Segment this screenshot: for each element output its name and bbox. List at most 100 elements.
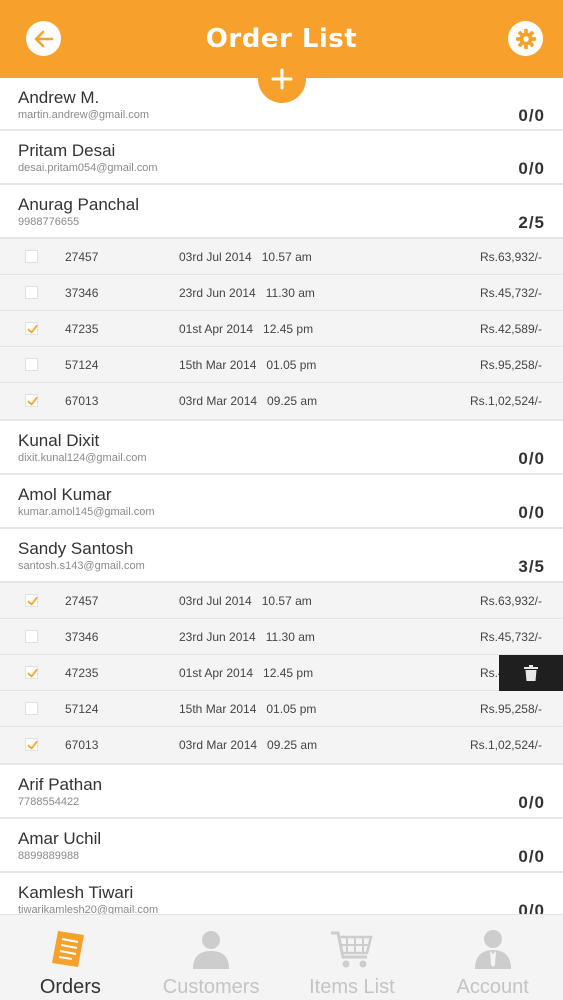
checkmark-icon bbox=[27, 325, 38, 334]
customer-name: Amol Kumar bbox=[18, 485, 112, 504]
checkmark-icon bbox=[27, 597, 38, 606]
customer-name: Sandy Santosh bbox=[18, 539, 134, 558]
checkmark-icon bbox=[27, 397, 38, 406]
page-title: Order List bbox=[205, 24, 358, 54]
customer-icon bbox=[193, 931, 230, 969]
customer-contact: martin.andrew@gmail.com bbox=[18, 109, 149, 121]
customer-name: Arif Pathan bbox=[18, 775, 103, 794]
delete-order-button[interactable] bbox=[499, 655, 563, 691]
order-row[interactable]: 47235 01st Apr 2014 12.45 pm Rs.42,589/- bbox=[0, 311, 563, 347]
order-amount: Rs.95,258/- bbox=[479, 702, 542, 716]
tab-customers[interactable]: Customers bbox=[141, 915, 282, 1000]
customer-name: Kamlesh Tiwari bbox=[18, 883, 134, 902]
customer-row[interactable]: Kamlesh Tiwari tiwarikamlesh20@gmail.com… bbox=[0, 873, 563, 914]
customer-contact: santosh.s143@gmail.com bbox=[18, 560, 145, 572]
order-id: 67013 bbox=[65, 738, 99, 752]
order-date: 23rd Jun 2014 11.30 am bbox=[179, 630, 315, 644]
account-icon bbox=[474, 930, 511, 969]
order-checkbox[interactable] bbox=[25, 286, 38, 299]
tab-label: Customers bbox=[162, 976, 260, 998]
order-checkbox[interactable] bbox=[25, 322, 38, 335]
order-count: 0/0 bbox=[518, 793, 545, 812]
order-amount: Rs.95,258/- bbox=[479, 358, 542, 372]
plus-icon bbox=[271, 68, 293, 90]
order-checkbox[interactable] bbox=[25, 250, 38, 263]
order-id: 37346 bbox=[65, 630, 99, 644]
customer-name: Amar Uchil bbox=[18, 829, 102, 848]
tab-account[interactable]: Account bbox=[422, 915, 563, 1000]
order-checkbox[interactable] bbox=[25, 666, 38, 679]
order-amount: Rs.1,02,524/- bbox=[469, 738, 542, 752]
order-amount: Rs.63,932/- bbox=[479, 594, 542, 608]
tab-items-list[interactable]: Items List bbox=[282, 915, 423, 1000]
order-row[interactable]: 27457 03rd Jul 2014 10.57 am Rs.63,932/- bbox=[0, 239, 563, 275]
order-count: 0/0 bbox=[518, 449, 545, 468]
order-id: 57124 bbox=[65, 702, 99, 716]
order-checkbox[interactable] bbox=[25, 394, 38, 407]
order-checkbox[interactable] bbox=[25, 738, 38, 751]
order-checkbox[interactable] bbox=[25, 702, 38, 715]
order-date: 23rd Jun 2014 11.30 am bbox=[179, 286, 315, 300]
order-date: 15th Mar 2014 01.05 pm bbox=[179, 358, 317, 372]
tab-label: Account bbox=[456, 976, 529, 998]
checkmark-icon bbox=[27, 669, 38, 678]
settings-button[interactable] bbox=[508, 21, 543, 56]
customer-row[interactable]: Amol Kumar kumar.amol145@gmail.com 0/0 bbox=[0, 475, 563, 529]
bottom-tab-bar: Orders Customers Items List Account bbox=[0, 914, 563, 1000]
order-id: 47235 bbox=[65, 666, 99, 680]
customer-contact: dixit.kunal124@gmail.com bbox=[18, 452, 147, 464]
customer-contact: 9988776655 bbox=[18, 216, 80, 228]
order-row[interactable]: 37346 23rd Jun 2014 11.30 am Rs.45,732/- bbox=[0, 619, 563, 655]
order-amount: Rs.42,589/- bbox=[479, 322, 542, 336]
order-amount: Rs.45,732/- bbox=[479, 286, 542, 300]
gear-icon bbox=[515, 28, 536, 49]
checkmark-icon bbox=[27, 741, 38, 750]
order-row[interactable]: 57124 15th Mar 2014 01.05 pm Rs.95,258/- bbox=[0, 691, 563, 727]
order-amount: Rs.63,932/- bbox=[479, 250, 542, 264]
customer-row[interactable]: Anurag Panchal 9988776655 2/5 bbox=[0, 185, 563, 239]
customer-row[interactable]: Sandy Santosh santosh.s143@gmail.com 3/5 bbox=[0, 529, 563, 583]
order-row[interactable]: 67013 03rd Mar 2014 09.25 am Rs.1,02,524… bbox=[0, 383, 563, 421]
order-row[interactable]: 37346 23rd Jun 2014 11.30 am Rs.45,732/- bbox=[0, 275, 563, 311]
customer-contact: 7788554422 bbox=[18, 796, 80, 808]
customer-name: Pritam Desai bbox=[18, 141, 116, 160]
order-checkbox[interactable] bbox=[25, 358, 38, 371]
add-order-button[interactable] bbox=[258, 55, 306, 103]
order-id: 67013 bbox=[65, 394, 99, 408]
customer-row[interactable]: Kunal Dixit dixit.kunal124@gmail.com 0/0 bbox=[0, 421, 563, 475]
order-count: 0/0 bbox=[518, 901, 545, 914]
order-amount: Rs.1,02,524/- bbox=[469, 394, 542, 408]
order-count: 0/0 bbox=[518, 503, 545, 522]
customer-row[interactable]: Pritam Desai desai.pritam054@gmail.com 0… bbox=[0, 131, 563, 185]
tab-orders[interactable]: Orders bbox=[0, 915, 141, 1000]
order-row[interactable]: 57124 15th Mar 2014 01.05 pm Rs.95,258/- bbox=[0, 347, 563, 383]
customer-name: Kunal Dixit bbox=[18, 431, 100, 450]
order-date: 03rd Jul 2014 10.57 am bbox=[179, 594, 312, 608]
order-id: 27457 bbox=[65, 594, 99, 608]
customer-row[interactable]: Amar Uchil 8899889988 0/0 bbox=[0, 819, 563, 873]
order-amount: Rs.45,732/- bbox=[479, 630, 542, 644]
customer-row[interactable]: Arif Pathan 7788554422 0/0 bbox=[0, 765, 563, 819]
customer-name: Anurag Panchal bbox=[18, 195, 139, 214]
order-id: 27457 bbox=[65, 250, 99, 264]
order-date: 03rd Jul 2014 10.57 am bbox=[179, 250, 312, 264]
customer-name: Andrew M. bbox=[18, 88, 100, 107]
cart-icon bbox=[330, 931, 373, 968]
order-checkbox[interactable] bbox=[25, 594, 38, 607]
order-count: 0/0 bbox=[518, 106, 545, 125]
order-id: 37346 bbox=[65, 286, 99, 300]
order-id: 57124 bbox=[65, 358, 99, 372]
order-row[interactable]: 27457 03rd Jul 2014 10.57 am Rs.63,932/- bbox=[0, 583, 563, 619]
customer-contact: desai.pritam054@gmail.com bbox=[18, 162, 158, 174]
order-row[interactable]: 67013 03rd Mar 2014 09.25 am Rs.1,02,524… bbox=[0, 727, 563, 765]
order-date: 01st Apr 2014 12.45 pm bbox=[179, 666, 314, 680]
order-count: 2/5 bbox=[518, 213, 545, 232]
customer-contact: kumar.amol145@gmail.com bbox=[18, 506, 155, 518]
order-checkbox[interactable] bbox=[25, 630, 38, 643]
tab-label: Items List bbox=[309, 976, 395, 998]
order-id: 47235 bbox=[65, 322, 99, 336]
order-count: 0/0 bbox=[518, 847, 545, 866]
order-list[interactable]: Andrew M. martin.andrew@gmail.com 0/0 Pr… bbox=[0, 78, 563, 914]
customer-contact: 8899889988 bbox=[18, 850, 80, 862]
order-row[interactable]: 47235 01st Apr 2014 12.45 pm Rs.42,589/- bbox=[0, 655, 563, 691]
